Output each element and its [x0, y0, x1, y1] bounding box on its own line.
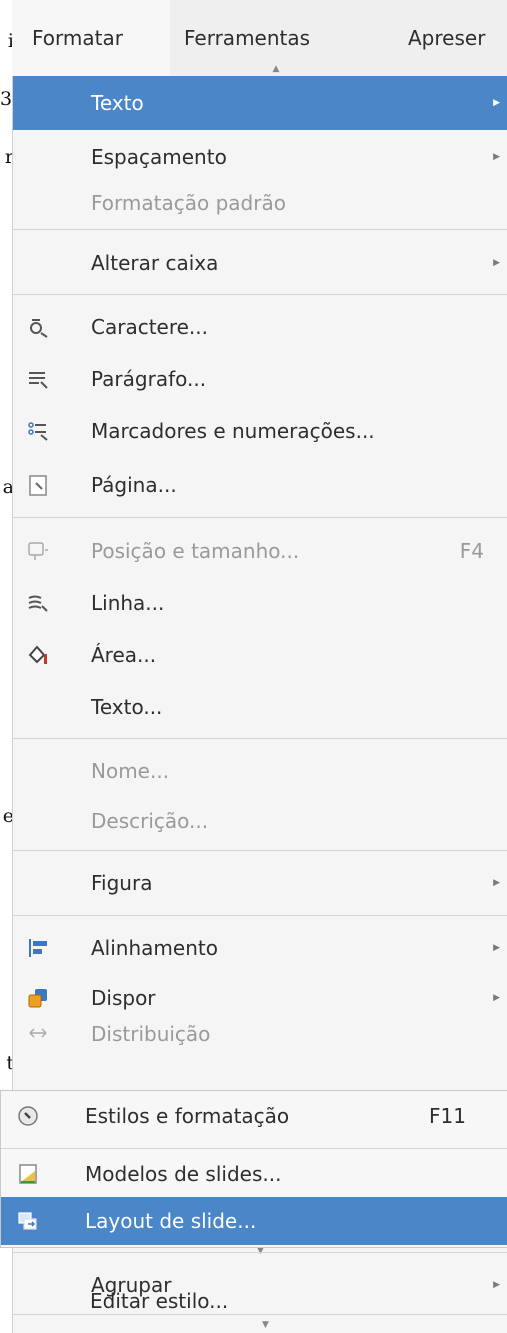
menu-item-label: Estilos e formatação [85, 1104, 290, 1128]
menu-item-linha[interactable]: Linha... [13, 576, 507, 630]
page-icon [29, 475, 47, 496]
menu-item-label: Alinhamento [91, 936, 218, 960]
menubar-ferramentas[interactable]: Ferramentas [184, 0, 310, 76]
menu-separator [13, 1252, 507, 1253]
menu-item-paragrafo[interactable]: Parágrafo... [13, 352, 507, 406]
menu-item-label: Modelos de slides... [85, 1162, 282, 1186]
slide-menu-popup: Estilos e formatação F11 Modelos de slid… [0, 1090, 507, 1248]
menu-item-label: Distribuição [91, 1022, 211, 1046]
menu-item-area[interactable]: Área... [13, 628, 507, 682]
menu-item-label: Formatação padrão [91, 191, 286, 215]
area-icon [28, 645, 47, 664]
scroll-up-arrow-icon[interactable]: ▲ [273, 64, 280, 74]
menu-item-label: Espaçamento [91, 145, 227, 169]
submenu-arrow-icon: ▶ [493, 258, 500, 268]
menu-item-descricao[interactable]: Descrição... [13, 794, 507, 848]
menu-item-label: Editar estilo... [90, 1289, 229, 1313]
scroll-down-arrow-icon[interactable]: ▼ [262, 1320, 269, 1330]
menu-separator [1, 1148, 507, 1149]
menu-separator [13, 229, 507, 230]
menu-separator [13, 517, 507, 518]
menu-item-figura[interactable]: Figura ▶ [13, 856, 507, 910]
character-icon [30, 319, 48, 338]
line-icon [28, 595, 48, 612]
shortcut-label: F4 [459, 539, 484, 563]
menu-separator [13, 738, 507, 739]
menu-item-label: Alterar caixa [91, 251, 219, 275]
menu-item-label: Linha... [91, 591, 165, 615]
menu-item-label: Parágrafo... [91, 367, 207, 391]
submenu-arrow-icon: ▶ [493, 943, 500, 953]
menu-item-label: Texto [91, 91, 144, 115]
position-size-icon [28, 542, 48, 560]
menu-item-texto-dialog[interactable]: Texto... [13, 680, 507, 734]
menubar-formatar[interactable]: Formatar [12, 0, 170, 76]
menu-item-label: Página... [91, 473, 177, 497]
menu-item-label: Caractere... [91, 315, 209, 339]
menu-item-label: Área... [91, 643, 157, 667]
menu-item-alinhamento[interactable]: Alinhamento ▶ [13, 921, 507, 975]
menu-item-editar-estilo-label-row: Editar estilo... [12, 1276, 507, 1326]
menu-item-modelos-slides[interactable]: Modelos de slides... [1, 1151, 507, 1197]
submenu-arrow-icon: ▶ [493, 152, 500, 162]
menubar-apresentacao[interactable]: Apreser [408, 0, 485, 76]
menu-item-estilos-formatacao[interactable]: Estilos e formatação F11 [1, 1091, 507, 1141]
menu-item-label: Marcadores e numerações... [91, 419, 375, 443]
menu-item-pagina[interactable]: Página... [13, 458, 507, 512]
submenu-arrow-icon: ▶ [493, 993, 500, 1003]
align-icon [29, 939, 47, 957]
slide-templates-icon [19, 1164, 37, 1184]
menu-item-distribuicao[interactable]: Distribuição [13, 1018, 507, 1048]
menu-item-posicao-tamanho[interactable]: Posição e tamanho... F4 [13, 524, 507, 578]
menu-item-nome[interactable]: Nome... [13, 744, 507, 798]
menu-item-label: Descrição... [91, 809, 209, 833]
menu-item-caractere[interactable]: Caractere... [13, 300, 507, 354]
menu-separator [13, 294, 507, 295]
menu-item-alterar-caixa[interactable]: Alterar caixa ▶ [13, 236, 507, 290]
menu-item-formatacao-padrao[interactable]: Formatação padrão [13, 176, 507, 230]
menu-item-label: Figura [91, 871, 153, 895]
submenu-arrow-icon: ▶ [493, 98, 500, 108]
arrange-icon [28, 989, 47, 1008]
menu-item-label: Texto... [91, 695, 163, 719]
menu-item-layout-slide[interactable]: Layout de slide... [1, 1197, 507, 1245]
menu-item-texto-submenu[interactable]: Texto ▶ [13, 76, 507, 130]
slide-layout-icon [18, 1212, 37, 1230]
shortcut-label: F11 [429, 1104, 466, 1128]
menu-item-label: Layout de slide... [85, 1209, 257, 1233]
menu-item-label: Nome... [91, 759, 170, 783]
bullets-numbering-icon [28, 422, 48, 441]
menu-item-dispor[interactable]: Dispor ▶ [13, 971, 507, 1025]
paragraph-icon [29, 372, 48, 389]
menu-item-marcadores[interactable]: Marcadores e numerações... [13, 404, 507, 458]
menubar: Formatar Ferramentas Apreser ▲ [12, 0, 507, 77]
menu-item-label: Dispor [91, 986, 156, 1010]
menu-item-label: Posição e tamanho... [91, 539, 300, 563]
menu-separator [13, 850, 507, 851]
menu-separator [13, 915, 507, 916]
styles-icon [18, 1106, 38, 1126]
submenu-arrow-icon: ▶ [493, 878, 500, 888]
distribute-icon [29, 1028, 47, 1038]
